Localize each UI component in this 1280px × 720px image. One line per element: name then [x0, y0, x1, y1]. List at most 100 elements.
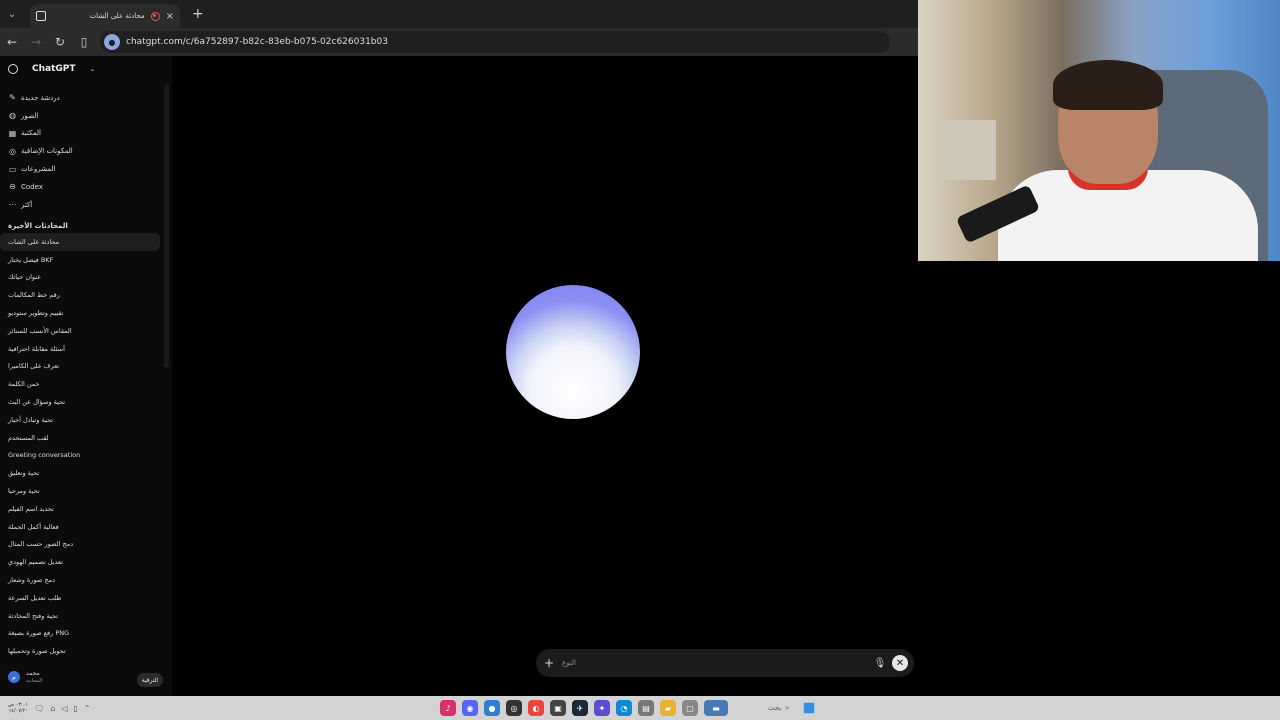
more-icon: ⋯	[8, 200, 17, 210]
chevron-up-icon[interactable]: ⌃	[84, 704, 91, 713]
terminal-app-icon[interactable]: ▣	[550, 700, 566, 716]
conversation-item[interactable]: تعرف على الكاميرا	[0, 358, 160, 376]
conversation-item[interactable]: تحديد اسم الفيلم	[0, 500, 160, 518]
sidebar-scrollbar[interactable]	[164, 84, 169, 368]
images-icon: ◍	[9, 111, 16, 121]
reload-icon[interactable]: ↻	[48, 28, 72, 56]
conversation-item[interactable]: رفع صورة بصيغة PNG	[0, 625, 160, 643]
user-name: محمد	[26, 670, 40, 677]
sidebar-item-label: المكتبة	[21, 129, 41, 138]
sidebar-nav: ✎ دردشة جديدة ◍ الصور ▦ المكتبة ◎ المكون…	[8, 89, 158, 214]
conversation-item[interactable]: تحية ومرحبا	[0, 482, 160, 500]
sidebar-item-plugins[interactable]: ◎ المكونات الإضافية	[8, 142, 158, 160]
voice-mode-orb	[506, 285, 640, 419]
plugins-icon: ◎	[9, 146, 16, 156]
conversation-item[interactable]: عنوان حياتك	[0, 269, 160, 287]
widgets-icon[interactable]: ▬	[704, 700, 728, 716]
conversation-item[interactable]: تحية وتبادل أخبار	[0, 411, 160, 429]
tab-title: محادثة على الشات	[89, 12, 145, 20]
conversation-item[interactable]: تعديل تصميم الهودي	[0, 553, 160, 571]
volume-icon[interactable]: ◁	[61, 704, 67, 713]
conversation-item[interactable]: تحية وفتح المحادثة	[0, 607, 160, 625]
store-app-icon[interactable]: ▤	[638, 700, 654, 716]
sidebar-item-codex[interactable]: ⊖ Codex	[8, 178, 158, 196]
conversation-item[interactable]: دمج صورة وشعار	[0, 571, 160, 589]
conversation-item[interactable]: فيصل يختار BKF	[0, 251, 160, 269]
chatgpt-favicon-icon	[36, 11, 46, 21]
upgrade-button[interactable]: الترقية	[137, 673, 163, 687]
model-selector[interactable]: ChatGPT ⌄	[8, 64, 95, 74]
microphone-permission-icon[interactable]: ●	[104, 34, 120, 50]
tiktok-app-icon[interactable]: ♪	[440, 700, 456, 716]
microphone-icon[interactable]: 🎙	[872, 658, 888, 669]
conversation-item[interactable]: تحية وسؤال عن البث	[0, 393, 160, 411]
system-tray: ٠٣:٠١ ص ١٤/٠٧/٢٠ 🗨 ⌂ ◁ ▯ ⌃	[0, 702, 440, 714]
chrome-app-icon[interactable]: ◐	[528, 700, 544, 716]
sidebar-item-images[interactable]: ◍ الصور	[8, 107, 158, 125]
edge-app-icon[interactable]: ◔	[616, 700, 632, 716]
conversation-item[interactable]: لقب المستخدم	[0, 429, 160, 447]
conversation-item[interactable]: خمن الكلمة	[0, 375, 160, 393]
task-view-icon[interactable]: ▢	[682, 700, 698, 716]
recent-chats-heading: المحادثات الأخيرة	[8, 222, 68, 230]
user-profile[interactable]: م محمد المجانية	[8, 670, 42, 684]
steam-app-icon[interactable]: ✈	[572, 700, 588, 716]
conversation-item[interactable]: Greeting conversation	[0, 447, 160, 465]
conversation-item[interactable]: رقم خط المكالمات	[0, 286, 160, 304]
browser-tab[interactable]: محادثة على الشات ×	[30, 4, 180, 28]
message-input[interactable]: النوع	[556, 659, 872, 667]
screen: ⌄ محادثة على الشات × + ← → ↻ ▯ ● chatgpt…	[0, 0, 1280, 720]
sidebar-item-label: دردشة جديدة	[21, 93, 60, 102]
voice-composer: + النوع 🎙 ✕	[536, 649, 914, 677]
projects-icon: ▭	[8, 164, 17, 174]
zoom-app-icon[interactable]: ●	[484, 700, 500, 716]
conversation-item[interactable]: المقاس الأنسب للستائر	[0, 322, 160, 340]
back-arrow-icon[interactable]: ←	[0, 28, 24, 56]
plus-icon[interactable]: +	[544, 656, 556, 670]
tab-search-chevron-icon[interactable]: ⌄	[0, 0, 24, 28]
file-explorer-app-icon[interactable]: ▰	[660, 700, 676, 716]
split-view-icon[interactable]: ▯	[72, 28, 96, 56]
discord-app-icon[interactable]: ◉	[462, 700, 478, 716]
notification-icon[interactable]: 🗨	[34, 704, 44, 713]
sidebar: ChatGPT ⌄ ✎ دردشة جديدة ◍ الصور ▦ المكتب…	[0, 56, 172, 696]
network-icon[interactable]: ⌂	[50, 704, 55, 713]
codex-icon: ⊖	[9, 182, 16, 192]
conversation-item[interactable]: أسئلة مقابلة احترافية	[0, 340, 160, 358]
sidebar-item-new-chat[interactable]: ✎ دردشة جديدة	[8, 89, 158, 107]
taskbar-search[interactable]: بحث ⌕	[768, 704, 789, 713]
sidebar-item-library[interactable]: ▦ المكتبة	[8, 125, 158, 143]
avatar: م	[8, 671, 20, 683]
battery-icon[interactable]: ▯	[73, 704, 77, 713]
new-tab-button[interactable]: +	[192, 6, 204, 22]
user-plan: المجانية	[26, 678, 43, 684]
windows-taskbar: ٠٣:٠١ ص ١٤/٠٧/٢٠ 🗨 ⌂ ◁ ▯ ⌃ ♪ ◉ ● ◎ ◐ ▣ ✈…	[0, 696, 1280, 720]
conversation-item[interactable]: محادثة على الشات	[0, 233, 160, 251]
conversation-item[interactable]: تحية وتعليق	[0, 464, 160, 482]
sidebar-item-projects[interactable]: ▭ المشروعات	[8, 160, 158, 178]
conversation-item[interactable]: تحويل صورة وتحميلها	[0, 642, 160, 660]
clock-date: ١٤/٠٧/٢٠	[8, 708, 29, 714]
search-icon: ⌕	[785, 703, 790, 712]
address-bar[interactable]: ● chatgpt.com/c/6a752897-b82c-83eb-b075-…	[100, 31, 890, 53]
sidebar-item-label: الصور	[21, 111, 39, 120]
conversation-item[interactable]: تقييم وتطوير ستوديو	[0, 304, 160, 322]
forward-arrow-icon[interactable]: →	[24, 28, 48, 56]
start-menu-icon[interactable]	[803, 702, 816, 714]
sidebar-item-more[interactable]: ⋯ أكثر	[8, 196, 158, 214]
end-voice-button[interactable]: ✕	[892, 655, 908, 671]
webcam-person-hair	[1053, 60, 1163, 110]
obs-app-icon[interactable]: ◎	[506, 700, 522, 716]
davinci-app-icon[interactable]: ✦	[594, 700, 610, 716]
conversation-item[interactable]: طلب تعديل السرعة	[0, 589, 160, 607]
conversation-item[interactable]: فعالية أكمل الجملة	[0, 518, 160, 536]
taskbar-apps: ♪ ◉ ● ◎ ◐ ▣ ✈ ✦ ◔ ▤ ▰ ▢ ▬	[440, 700, 728, 716]
recording-indicator-icon	[150, 11, 160, 21]
sidebar-item-label: المكونات الإضافية	[21, 147, 73, 156]
brand-name: ChatGPT	[32, 64, 76, 74]
clock[interactable]: ٠٣:٠١ ص ١٤/٠٧/٢٠	[8, 702, 28, 714]
conversation-item[interactable]: دمج الصور حسب المثال	[0, 536, 160, 554]
search-label: بحث	[768, 704, 782, 712]
sidebar-item-label: Codex	[21, 182, 43, 191]
close-tab-icon[interactable]: ×	[166, 11, 174, 22]
